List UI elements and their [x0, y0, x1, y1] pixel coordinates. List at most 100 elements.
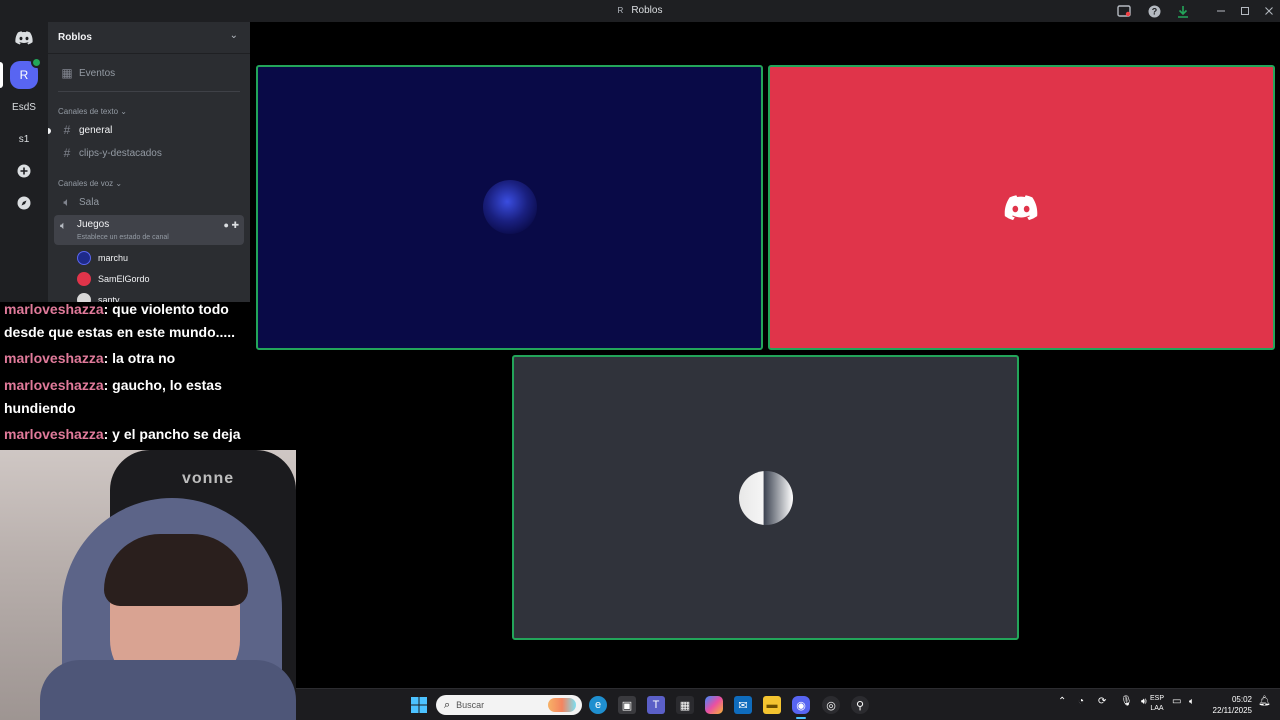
clock[interactable]: 05:02 22/11/2025 — [1200, 694, 1252, 716]
user-avatar — [483, 180, 537, 234]
voice-channel-sala[interactable]: 🔈︎ Sala — [54, 192, 244, 212]
active-app-indicator — [796, 717, 806, 719]
chrome-icon[interactable]: ◎ — [822, 696, 840, 714]
streamer-body — [40, 660, 296, 720]
speaker-icon: 🔈︎ — [60, 220, 67, 232]
chat-bubble-icon[interactable]: ● — [224, 220, 229, 230]
chat-username: marloveshazza — [4, 426, 104, 442]
windows-start-icon[interactable] — [410, 696, 428, 714]
chat-message: marloveshazza: la otra no — [4, 347, 250, 370]
voice-channels-category[interactable]: Canales de voz ⌄ — [58, 179, 122, 188]
chat-username: marloveshazza — [4, 350, 104, 366]
chevron-down-icon: ⌄ — [229, 30, 238, 41]
voice-juegos-label: Juegos — [77, 219, 110, 230]
taskbar-search[interactable]: ⌕ Buscar — [436, 695, 582, 715]
avatar — [77, 272, 91, 286]
chat-text: : la otra no — [103, 350, 176, 366]
server-s1[interactable]: s1 — [10, 125, 38, 153]
window-title-initial: R — [617, 6, 624, 15]
hashtag-icon: # — [63, 123, 71, 137]
calendar-icon: ▦ — [61, 66, 73, 80]
discord-taskbar-icon[interactable]: ◉ — [792, 696, 810, 714]
avatar — [77, 251, 91, 265]
video-tile-santy[interactable] — [512, 355, 1019, 640]
voice-status-text[interactable]: Establece un estado de canal — [77, 234, 169, 241]
hashtag-icon: # — [63, 146, 71, 160]
text-category-label: Canales de texto — [58, 107, 119, 116]
server-header[interactable]: Roblos ⌄ — [48, 22, 250, 54]
chevron-up-icon[interactable]: ⌃ — [1058, 696, 1066, 707]
voice-channel-juegos[interactable]: 🔈︎ Juegos Establece un estado de canal ●… — [54, 215, 244, 245]
server-roblos[interactable]: R — [10, 57, 42, 89]
add-server-icon[interactable] — [10, 157, 38, 185]
voice-sala-label: Sala — [79, 196, 100, 208]
channel-clips[interactable]: # clips-y-destacados — [54, 143, 244, 163]
channel-general[interactable]: # general — [54, 120, 244, 140]
window-title-text: Roblos — [631, 5, 663, 16]
title-bar: R Roblos ? — [0, 0, 1280, 22]
server-name: Roblos — [58, 32, 92, 43]
file-explorer-icon[interactable]: ▬ — [763, 696, 781, 714]
video-tile-samelgordo[interactable] — [768, 65, 1275, 350]
edge-icon[interactable]: e — [589, 696, 607, 714]
desktop-app-icon[interactable]: ▣ — [618, 696, 636, 714]
discord-home-icon[interactable] — [10, 24, 38, 52]
events-item[interactable]: ▦ Eventos — [54, 63, 244, 83]
voice-category-label: Canales de voz — [58, 179, 114, 188]
chevron-down-icon: ⌄ — [120, 107, 127, 116]
windows-taskbar: ⌕ Buscar e ▣ T ▦ ✉ ▬ ◉ ◎ ⚲ ⌃ ◔ ⟳ 🎙︎ 🔊︎ E… — [296, 688, 1280, 720]
chat-message: marloveshazza: y el pancho se deja — [4, 423, 250, 446]
notification-bell-icon[interactable]: 🔔︎ — [1258, 696, 1271, 707]
teams-icon[interactable]: T — [647, 696, 665, 714]
download-icon[interactable] — [1175, 3, 1191, 19]
chat-username: marloveshazza — [4, 377, 104, 393]
copilot-icon[interactable] — [705, 696, 723, 714]
lang-primary: ESP — [1149, 695, 1164, 702]
video-tile-marchu[interactable] — [256, 65, 763, 350]
microphone-icon[interactable]: 🎙︎ — [1120, 696, 1133, 707]
tray-app-icon[interactable]: ◔ — [1078, 696, 1084, 707]
maximize-icon[interactable] — [1237, 3, 1253, 19]
chair-brand-text: vonne — [182, 470, 235, 487]
lang-secondary: LAA — [1150, 705, 1164, 712]
chat-text: : y el pancho se deja — [103, 426, 241, 442]
events-label: Eventos — [79, 67, 116, 79]
server-selected-pill — [0, 62, 3, 88]
minimize-icon[interactable] — [1213, 3, 1229, 19]
unread-indicator — [48, 128, 51, 134]
voice-member[interactable]: SamElGordo — [77, 270, 150, 288]
language-indicator[interactable]: ESP LAA — [1146, 694, 1168, 714]
chat-message: marloveshazza: gaucho, lo estas hundiend… — [4, 374, 250, 420]
window-title: R Roblos — [0, 5, 1280, 16]
webcam-feed: vonne — [0, 450, 296, 720]
user-avatar — [739, 471, 793, 525]
add-user-icon[interactable]: ✚ — [231, 220, 239, 230]
sync-icon[interactable]: ⟳ — [1098, 696, 1106, 707]
stream-chat-overlay: marloveshazza: que violento todo desde q… — [0, 302, 250, 450]
member-name: marchu — [98, 253, 129, 263]
store-icon[interactable]: ▦ — [676, 696, 694, 714]
channel-clips-label: clips-y-destacados — [79, 147, 162, 159]
compass-icon[interactable] — [10, 189, 38, 217]
mail-icon[interactable]: ✉ — [734, 696, 752, 714]
server-notification-badge — [31, 57, 42, 68]
chevron-down-icon: ⌄ — [115, 179, 123, 188]
chat-message: marloveshazza: que violento todo desde q… — [4, 302, 250, 344]
inbox-icon[interactable] — [1116, 3, 1132, 19]
member-name: SamElGordo — [98, 274, 150, 284]
search-highlight-icon — [548, 698, 576, 712]
speaker-icon: 🔈︎ — [63, 194, 71, 209]
app-icon[interactable]: ⚲ — [851, 696, 869, 714]
speaker-tray-icon[interactable]: 🔈︎ — [1189, 696, 1194, 707]
help-icon[interactable]: ? — [1146, 3, 1162, 19]
server-esds[interactable]: EsdS — [10, 93, 38, 121]
channel-general-label: general — [79, 124, 113, 136]
voice-member[interactable]: marchu — [77, 249, 128, 267]
close-icon[interactable] — [1261, 3, 1277, 19]
network-icon[interactable]: ▭ — [1172, 696, 1181, 707]
svg-text:?: ? — [1151, 6, 1157, 16]
divider — [58, 91, 240, 92]
search-placeholder: Buscar — [456, 700, 485, 710]
server-s1-label: s1 — [18, 133, 30, 145]
text-channels-category[interactable]: Canales de texto ⌄ — [58, 107, 127, 116]
